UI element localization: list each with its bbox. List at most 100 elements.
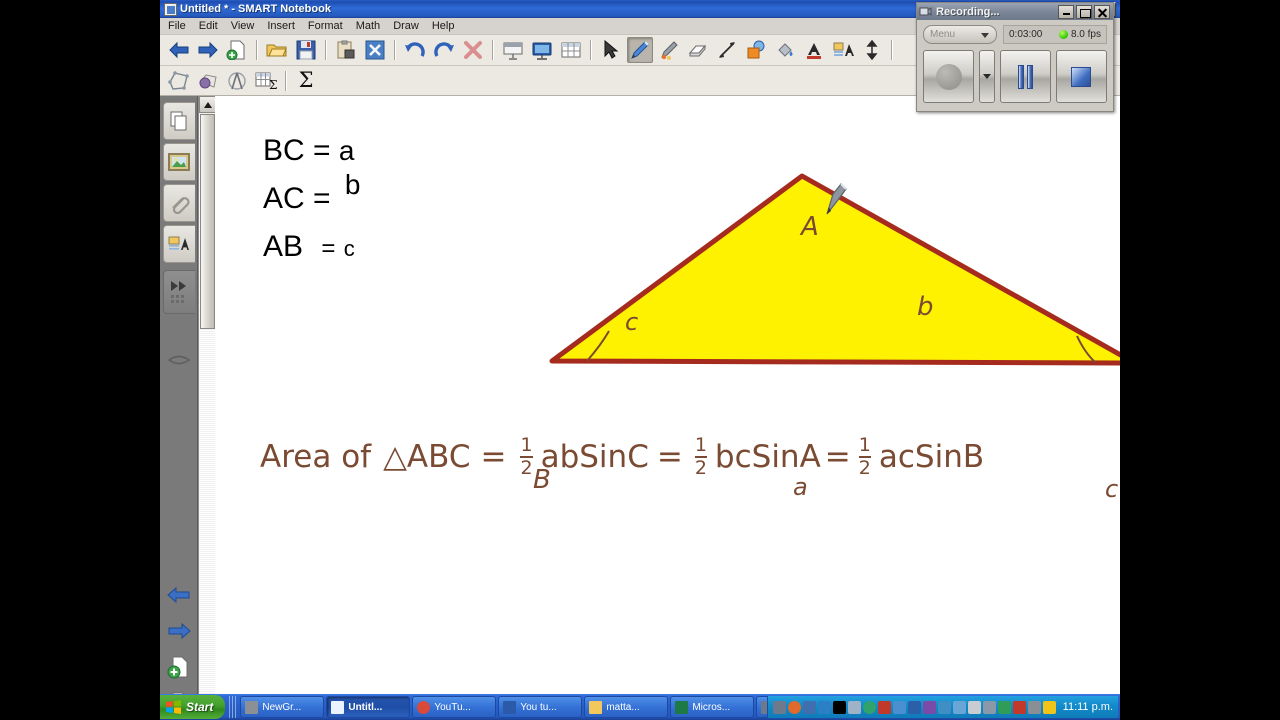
work-area: BC = a AC = b AB = c A B c a b c Area of…	[160, 96, 1120, 694]
shield2-tray-icon[interactable]	[1042, 700, 1056, 714]
printer-tray-icon[interactable]	[847, 700, 861, 714]
sidebar-item-page-sorter[interactable]	[162, 102, 195, 140]
recorder-maximize-button[interactable]	[1076, 4, 1092, 19]
stop-button[interactable]	[1055, 50, 1107, 103]
task-button-newgr[interactable]: NewGr...	[240, 696, 325, 718]
back-icon[interactable]	[166, 37, 192, 63]
scrollbar-thumb[interactable]	[200, 114, 215, 329]
add-page-icon[interactable]	[224, 37, 250, 63]
open-icon[interactable]	[264, 37, 290, 63]
table-equation-icon[interactable]: Σ	[253, 68, 279, 94]
task-button-youtube-chrome[interactable]: YouTu...	[412, 696, 497, 718]
redo-icon[interactable]	[431, 37, 457, 63]
undo-icon[interactable]	[402, 37, 428, 63]
auto-hide-icon[interactable]	[164, 345, 194, 375]
eraser-icon[interactable]	[685, 37, 711, 63]
task-button-untitled[interactable]: Untitl...	[326, 696, 411, 718]
shape-pen-icon[interactable]	[195, 68, 221, 94]
creative-pen-icon[interactable]	[656, 37, 682, 63]
pen-icon[interactable]	[627, 37, 653, 63]
sidebar-item-gallery[interactable]	[162, 143, 195, 181]
sidebar-item-properties[interactable]	[162, 225, 195, 263]
table-icon[interactable]	[558, 37, 584, 63]
task-button-word[interactable]: You tu...	[498, 696, 583, 718]
note-lhs: AB	[263, 230, 304, 263]
page-forward-icon[interactable]	[164, 616, 194, 646]
pause-button[interactable]	[999, 50, 1051, 103]
record-options-button[interactable]	[979, 50, 995, 103]
angle-arc-b	[586, 330, 610, 362]
menu-insert[interactable]: Insert	[267, 20, 295, 32]
menu-draw[interactable]: Draw	[393, 20, 419, 32]
ink-tray-icon[interactable]	[952, 700, 966, 714]
task-button-recorder[interactable]: Record...	[756, 696, 767, 718]
start-button[interactable]: Start	[160, 695, 226, 719]
side-panel	[160, 96, 198, 694]
screen-shade-icon[interactable]	[500, 37, 526, 63]
scroll-up-button[interactable]	[199, 96, 216, 113]
chevron-down-icon	[982, 74, 991, 79]
updates-tray-icon[interactable]	[877, 700, 891, 714]
recorder-minimize-button[interactable]	[1058, 4, 1074, 19]
text-color-icon[interactable]	[801, 37, 827, 63]
recorder-tray-icon[interactable]	[772, 700, 786, 714]
recorder-close-button[interactable]	[1094, 4, 1110, 19]
menu-help[interactable]: Help	[432, 20, 455, 32]
page-back-icon[interactable]	[164, 580, 194, 610]
recorder-menu-button[interactable]: Menu	[923, 25, 997, 44]
delete-icon[interactable]	[460, 37, 486, 63]
database-tray-icon[interactable]	[937, 700, 951, 714]
firefox-tray-icon[interactable]	[787, 700, 801, 714]
paste-icon[interactable]	[333, 37, 359, 63]
shield-tray-icon[interactable]	[862, 700, 876, 714]
pause-icon	[1017, 64, 1033, 89]
cut-icon[interactable]	[362, 37, 388, 63]
volume-tray-icon[interactable]	[1012, 700, 1026, 714]
menu-file[interactable]: File	[168, 20, 186, 32]
move-toolbar-icon[interactable]	[859, 37, 885, 63]
fill-icon[interactable]	[772, 37, 798, 63]
text-properties-icon[interactable]	[830, 37, 856, 63]
taskbar: Start NewGr... Untitl... YouTu... You tu…	[160, 694, 1120, 720]
menu-math[interactable]: Math	[356, 20, 380, 32]
antivirus-tray-icon[interactable]	[817, 700, 831, 714]
expand-panel-icon[interactable]	[162, 270, 195, 314]
sync-tray-icon[interactable]	[922, 700, 936, 714]
task-button-folder[interactable]: matta...	[584, 696, 669, 718]
taskbar-clock[interactable]: 11:11 p.m.	[1063, 701, 1113, 713]
task-button-excel[interactable]: Micros...	[670, 696, 755, 718]
sigma-icon[interactable]: Σ	[293, 68, 319, 94]
messenger-tray-icon[interactable]	[997, 700, 1011, 714]
display-tray-icon[interactable]	[892, 700, 906, 714]
menu-format[interactable]: Format	[308, 20, 343, 32]
task-button-list: NewGr... Untitl... YouTu... You tu... ma…	[240, 696, 767, 718]
menu-view[interactable]: View	[231, 20, 255, 32]
select-icon[interactable]	[598, 37, 624, 63]
taskbar-grip[interactable]	[229, 696, 237, 718]
fraction-half-3: 1 2	[858, 436, 871, 478]
smart-tray-icon[interactable]	[907, 700, 921, 714]
notebook-canvas[interactable]: BC = a AC = b AB = c A B c a b c Area of…	[215, 96, 1120, 694]
recorder-fps: 8.0 fps	[1070, 29, 1101, 40]
recorder-window: Recording... Menu 0:03:00 8.0 fps	[916, 2, 1114, 112]
irregular-polygon-icon[interactable]	[166, 68, 192, 94]
page-scrollbar[interactable]	[198, 96, 216, 694]
forward-icon[interactable]	[195, 37, 221, 63]
black-tray-icon[interactable]	[832, 700, 846, 714]
task-label: Micros...	[692, 701, 731, 713]
power-tray-icon[interactable]	[1027, 700, 1041, 714]
network-tray-icon[interactable]	[802, 700, 816, 714]
sidebar-item-attachments[interactable]	[162, 184, 195, 222]
side-label-b: b	[917, 292, 935, 322]
recorder-fps-group: 8.0 fps	[1058, 29, 1101, 40]
keyboard-tray-icon[interactable]	[982, 700, 996, 714]
save-icon[interactable]	[293, 37, 319, 63]
shapes-icon[interactable]	[743, 37, 769, 63]
line-icon[interactable]	[714, 37, 740, 63]
full-screen-icon[interactable]	[529, 37, 555, 63]
measurement-tools-icon[interactable]	[224, 68, 250, 94]
new-page-icon[interactable]	[164, 652, 194, 682]
record-button[interactable]	[923, 50, 975, 103]
camera-tray-icon[interactable]	[967, 700, 981, 714]
menu-edit[interactable]: Edit	[199, 20, 218, 32]
